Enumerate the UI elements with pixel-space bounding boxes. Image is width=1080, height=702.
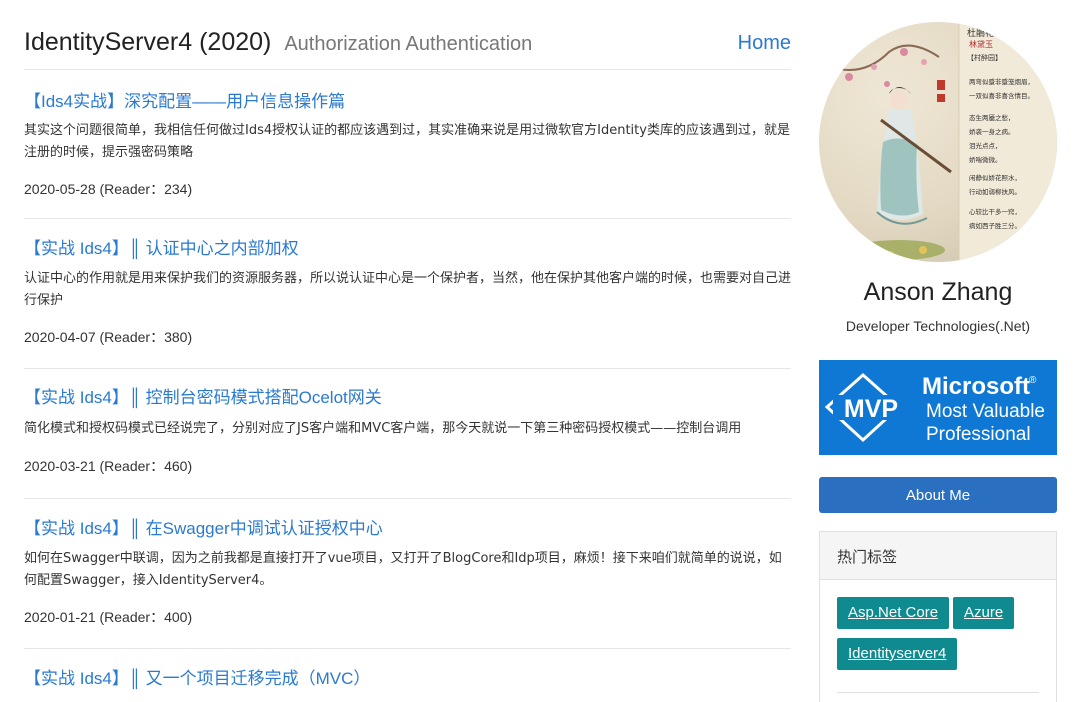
avatar-poem-line: 心较比干多一窍， [969, 207, 1021, 216]
post-excerpt: 如何在Swagger中联调，因为之前我都是直接打开了vue项目，又打开了Blog… [24, 551, 782, 588]
tag-asp-net-core[interactable]: Asp.Net Core [837, 597, 950, 629]
post-meta: 2020-04-07 (Reader：380) [24, 329, 193, 345]
main-content: IdentityServer4 (2020) Authorization Aut… [24, 0, 791, 702]
author-title: Developer Technologies(.Net) [845, 318, 1031, 334]
mvp-line-3: Professional [926, 424, 1031, 445]
post-meta: 2020-01-21 (Reader：400) [24, 609, 193, 625]
avatar-poem-line: 闲静似娇花照水， [969, 173, 1021, 182]
site-title-text: IdentityServer4 (2020) [24, 28, 272, 56]
tags-panel-title: 热门标签 [820, 532, 1056, 580]
post-item: 【实战 Ids4】║ 控制台密码模式搭配Ocelot网关 简化模式和授权码模式已… [24, 369, 791, 499]
post-title-link[interactable]: 【实战 Ids4】║ 认证中心之内部加权 [24, 234, 299, 259]
avatar-poem-line: 娇喘微微。 [969, 155, 1002, 164]
mvp-badge[interactable]: MVP Microsoft ® Most Valuable Profession… [819, 360, 1057, 455]
avatar-poem-line: 两弯似蹙非蹙笼烟眉， [969, 77, 1034, 86]
author-avatar: 杜鵑花 林黛玉 【村醉园】 两弯似蹙非蹙笼烟眉， 一双似喜非喜含情目。 态生两靥… [819, 22, 1057, 262]
post-item: 【实战 Ids4】║ 在Swagger中调试认证授权中心 如何在Swagger中… [24, 499, 791, 649]
mvp-badge-text: MVP [844, 395, 898, 423]
post-title-link[interactable]: 【实战 Ids4】║ 又一个项目迁移完成（MVC） [24, 664, 370, 689]
avatar-poem-bracket: 【村醉园】 [967, 53, 1002, 62]
mvp-line-1: Microsoft [922, 373, 1030, 400]
post-item: 【Ids4实战】深究配置——用户信息操作篇 其实这个问题很简单，我相信任何做过I… [24, 70, 791, 219]
post-meta: 2020-05-28 (Reader：234) [24, 181, 193, 197]
site-header: IdentityServer4 (2020) Authorization Aut… [24, 0, 791, 70]
tag-identityserver4[interactable]: Identityserver4 [837, 638, 958, 670]
mvp-logo: MVP Microsoft ® Most Valuable Profession… [824, 372, 1045, 445]
avatar-poem-heading: 杜鵑花 [967, 27, 994, 39]
avatar-poem-line: 病如西子胜三分。 [969, 221, 1021, 230]
post-title-link[interactable]: 【实战 Ids4】║ 在Swagger中调试认证授权中心 [24, 514, 383, 539]
site-title: IdentityServer4 (2020) Authorization Aut… [24, 28, 532, 57]
post-excerpt: 认证中心的作用就是用来保护我们的资源服务器，所以说认证中心是一个保护者，当然，他… [24, 271, 792, 308]
tags-divider [837, 692, 1039, 693]
mvp-line-2: Most Valuable [926, 401, 1045, 422]
avatar-poem-line: 泪光点点， [969, 141, 1002, 150]
post-title-link[interactable]: 【实战 Ids4】║ 控制台密码模式搭配Ocelot网关 [24, 383, 382, 408]
avatar-poem-name: 林黛玉 [969, 39, 993, 49]
about-me-button[interactable]: About Me [819, 477, 1057, 513]
avatar-painting: 杜鵑花 林黛玉 【村醉园】 两弯似蹙非蹙笼烟眉， 一双似喜非喜含情目。 态生两靥… [819, 22, 1057, 262]
site-subtitle: Authorization Authentication [284, 33, 533, 55]
tags-panel: 热门标签 Asp.Net Core Azure Identityserver4 [819, 531, 1057, 702]
post-title-link[interactable]: 【Ids4实战】深究配置——用户信息操作篇 [24, 87, 345, 112]
avatar-poem-line: 行动如弱柳扶风。 [969, 187, 1021, 196]
tag-azure[interactable]: Azure [953, 597, 1015, 629]
post-excerpt: 其实这个问题很简单，我相信任何做过Ids4授权认证的都应该遇到过，其实准确来说是… [24, 123, 790, 160]
post-item: 【实战 Ids4】║ 认证中心之内部加权 认证中心的作用就是用来保护我们的资源服… [24, 219, 791, 369]
home-link[interactable]: Home [738, 32, 791, 55]
author-name: Anson Zhang [863, 278, 1013, 306]
avatar-poem-line: 娇袭一身之病。 [969, 127, 1015, 136]
post-item: 【实战 Ids4】║ 又一个项目迁移完成（MVC） [24, 649, 791, 702]
post-excerpt: 简化模式和授权码模式已经说完了，分别对应了JS客户端和MVC客户端，那今天就说一… [24, 421, 742, 436]
post-meta: 2020-03-21 (Reader：460) [24, 458, 193, 474]
avatar-poem-line: 一双似喜非喜含情目。 [969, 91, 1034, 100]
mvp-registered-mark: ® [1029, 375, 1037, 386]
avatar-poem-line: 态生两靥之愁， [969, 113, 1015, 122]
